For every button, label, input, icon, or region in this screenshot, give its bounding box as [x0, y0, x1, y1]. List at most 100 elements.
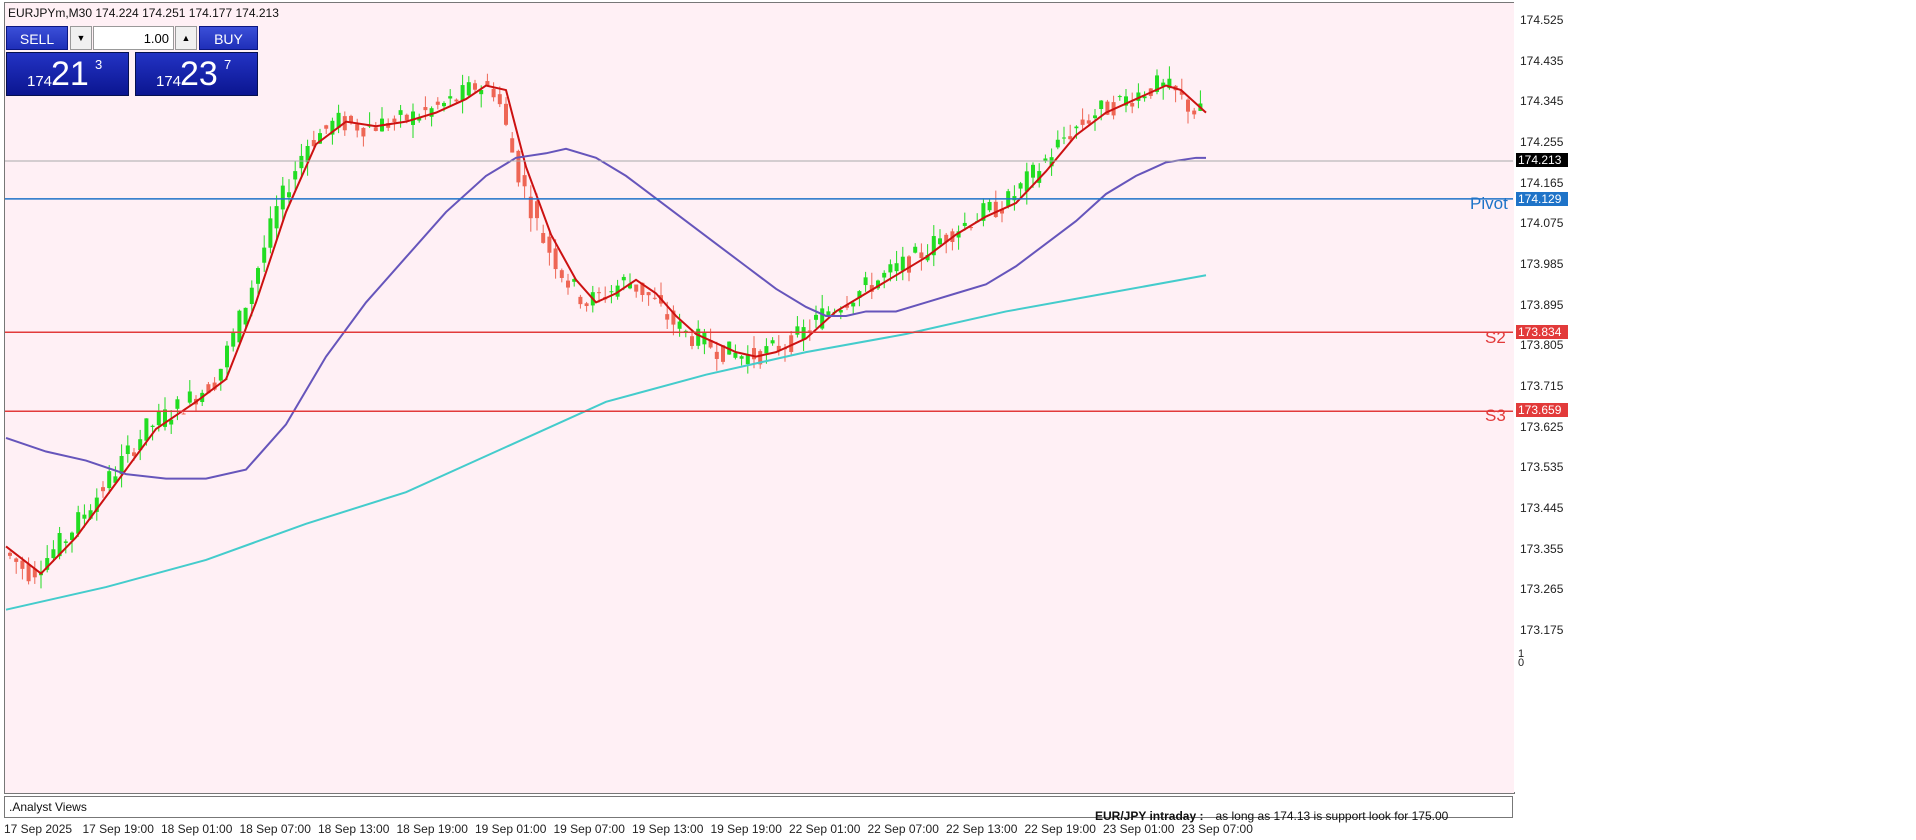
candle-bear [1086, 120, 1091, 124]
candle-bear [541, 233, 546, 243]
candle-bull [299, 155, 304, 169]
sell-price-box[interactable]: 174 21 3 [6, 52, 129, 96]
candle-bear [652, 297, 657, 299]
buy-button[interactable]: BUY [199, 26, 258, 50]
s2-price-tag: 173.834 [1516, 325, 1568, 339]
price-tick-label: 174.435 [1520, 53, 1564, 68]
candle-bull [770, 340, 775, 344]
candle-bull [814, 314, 818, 320]
time-tick-label: 23 Sep 01:00 [1103, 822, 1175, 836]
candle-bull [1043, 158, 1048, 161]
candle-bear [473, 83, 477, 90]
candle-bull [882, 272, 887, 278]
candle-bear [597, 292, 601, 294]
analyst-view-body: as long as 174.13 is support look for 17… [1215, 809, 1449, 823]
candle-bull [745, 354, 750, 365]
time-tick-label: 18 Sep 19:00 [396, 822, 468, 836]
candle-bull [739, 356, 744, 359]
candles-layer [8, 66, 1203, 589]
candle-bear [20, 560, 25, 569]
candle-bear [423, 107, 428, 111]
candle-bull [187, 391, 192, 403]
candle-bear [435, 101, 440, 105]
candle-bear [566, 280, 570, 288]
candle-bull [262, 247, 267, 263]
candle-bull [987, 201, 992, 211]
lot-increase-button[interactable]: ▲ [175, 26, 197, 50]
levels-layer [5, 160, 1513, 413]
candle-bull [51, 549, 56, 559]
candle-bull [287, 192, 291, 198]
ma-slow-line [5, 274, 1207, 611]
lot-decrease-button[interactable]: ▼ [70, 26, 92, 50]
candle-bull [256, 268, 260, 284]
candle-bear [714, 351, 719, 359]
analyst-views-panel: .Analyst Views EUR/JPY intraday : as long… [4, 796, 1513, 823]
candle-bull [1062, 137, 1066, 139]
price-tick-label: 173.175 [1520, 623, 1564, 637]
candle-bull [733, 352, 738, 358]
candle-bull [280, 185, 285, 210]
candle-bear [1068, 136, 1073, 140]
candle-bull [1074, 126, 1079, 129]
ma-fast-line [5, 84, 1207, 575]
price-tick-label: 174.165 [1520, 175, 1564, 190]
candle-bear [491, 88, 496, 98]
sell-button[interactable]: SELL [6, 26, 68, 50]
candle-bear [553, 248, 558, 270]
candle-bull [274, 206, 279, 229]
candle-bull [913, 246, 918, 253]
price-tick-label: 173.355 [1520, 541, 1564, 556]
sub-scale-bottom: 0 [1518, 657, 1525, 669]
candle-bear [752, 348, 756, 360]
time-tick-label: 18 Sep 13:00 [318, 822, 390, 836]
chart-canvas[interactable] [0, 0, 1916, 840]
candle-bull [429, 108, 434, 117]
candle-bear [373, 127, 378, 131]
time-tick-label: 22 Sep 13:00 [946, 822, 1018, 836]
lot-size-input[interactable] [93, 26, 174, 50]
candle-bull [442, 102, 446, 107]
candle-bull [144, 418, 149, 441]
candle-bear [324, 125, 329, 129]
candle-bull [225, 345, 229, 368]
candle-bull [466, 82, 471, 96]
candle-bear [101, 487, 105, 492]
time-tick-label: 17 Sep 19:00 [82, 822, 154, 836]
pivot-price-tag: 174.129 [1516, 192, 1568, 206]
price-tick-label: 173.625 [1520, 419, 1564, 434]
candle-bear [547, 236, 552, 253]
candle-bull [1018, 183, 1023, 189]
candle-bear [665, 314, 670, 320]
candle-bull [243, 307, 248, 325]
candle-bear [907, 256, 911, 273]
candle-bear [8, 552, 12, 556]
candle-bull [938, 238, 942, 245]
candle-bull [231, 332, 236, 347]
buy-price-box[interactable]: 174 23 7 [135, 52, 258, 96]
time-tick-label: 22 Sep 19:00 [1024, 822, 1096, 836]
candle-bull [237, 310, 242, 343]
candle-bull [900, 256, 905, 271]
candle-bear [535, 201, 539, 219]
candle-bear [690, 336, 694, 347]
candle-bear [584, 303, 589, 307]
candle-bear [454, 99, 459, 102]
price-tick-label: 174.345 [1520, 94, 1564, 109]
candle-bear [807, 330, 812, 332]
buy-price-pips: 23 [180, 55, 218, 93]
candle-bull [1117, 96, 1122, 98]
sell-price-fraction: 3 [95, 57, 103, 72]
candle-bull [621, 276, 626, 281]
time-tick-label: 19 Sep 01:00 [475, 822, 547, 836]
candle-bull [1099, 100, 1104, 110]
candle-bull [764, 346, 769, 354]
candle-bull [218, 368, 223, 381]
candle-bear [528, 196, 533, 219]
candle-bull [851, 302, 856, 307]
time-tick-label: 22 Sep 07:00 [867, 822, 939, 836]
candle-bull [150, 425, 155, 427]
candle-bull [107, 471, 112, 489]
candle-bull [460, 85, 465, 101]
time-tick-label: 22 Sep 01:00 [789, 822, 861, 836]
